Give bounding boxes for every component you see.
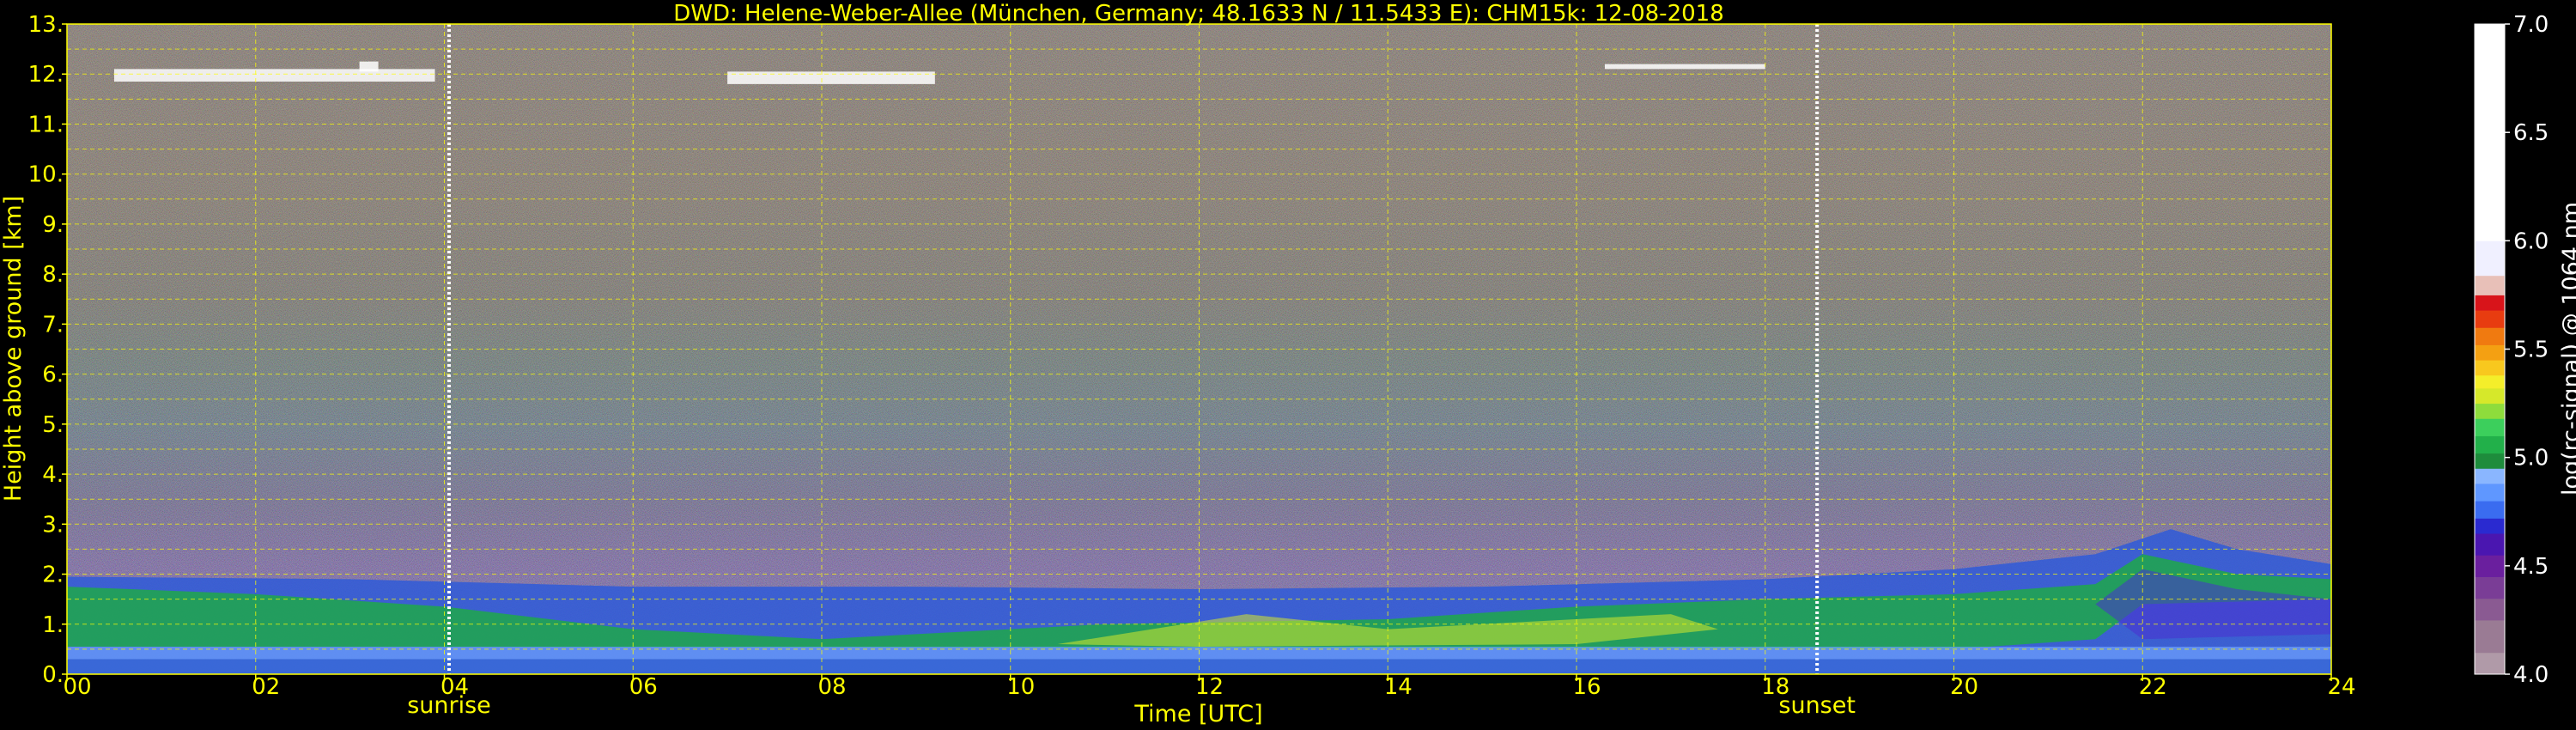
y-tick-label: 8.: [42, 262, 64, 288]
colorbar-band: [2475, 403, 2505, 419]
colorbar-band: [2475, 501, 2505, 519]
colorbar-band: [2475, 240, 2505, 277]
colorbar-band: [2475, 652, 2505, 675]
colorbar-band: [2475, 532, 2505, 556]
annotation-label-sunrise: sunrise: [407, 692, 491, 719]
y-tick-label: 13.: [28, 12, 64, 38]
x-tick-label: 10: [1006, 674, 1035, 700]
colorbar-band: [2475, 619, 2505, 654]
colorbar-tick-label: 6.0: [2513, 228, 2549, 254]
colorbar-band: [2475, 387, 2505, 405]
y-tick-label: 12.: [28, 62, 64, 88]
colorbar-band: [2475, 374, 2505, 389]
colorbar-band: [2475, 598, 2505, 621]
colorbar-band: [2475, 360, 2505, 376]
colorbar-band: [2475, 576, 2505, 599]
x-axis-label: Time [UTC]: [1133, 701, 1262, 727]
colorbar-band: [2475, 555, 2505, 577]
chart-title: DWD: Helene-Weber-Allee (München, German…: [673, 1, 1724, 27]
colorbar-band: [2475, 435, 2505, 454]
colorbar-band: [2475, 24, 2505, 241]
x-tick-label: 16: [1572, 674, 1601, 700]
y-tick-label: 1.: [42, 612, 64, 638]
y-tick-label: 2.: [42, 563, 64, 588]
colorbar: [2475, 24, 2505, 675]
colorbar-band: [2475, 275, 2505, 295]
y-tick-label: 10.: [28, 162, 64, 188]
x-tick-label: 06: [629, 674, 658, 700]
colorbar-tick-label: 4.5: [2513, 554, 2549, 580]
lidar-ceilometer-figure: 00 02 04 06 08 10 12 14 16 18 20 22 24 0.1.2.3.4.5.6…: [0, 1, 2576, 727]
colorbar-label: log(rc-signal) @ 1064 nm: [2558, 202, 2576, 496]
x-tick-label: 14: [1384, 674, 1413, 700]
colorbar-band: [2475, 295, 2505, 311]
y-tick-label: 4.: [42, 462, 64, 488]
colorbar-band: [2475, 344, 2505, 361]
cloud-2: [1604, 64, 1765, 70]
colorbar-ticks: 4.0 4.5 5.0 5.5 6.0 6.5 7.0: [2505, 12, 2549, 688]
colorbar-tick-label: 4.0: [2513, 662, 2549, 688]
colorbar-tick-label: 7.0: [2513, 12, 2549, 38]
y-tick-label: 7.: [42, 312, 64, 338]
colorbar-band: [2475, 418, 2505, 436]
y-axis-label: Height above ground [km]: [0, 196, 27, 502]
plot-area: [67, 24, 2331, 674]
cloud-3: [359, 61, 379, 72]
colorbar-band: [2475, 453, 2505, 469]
y-axis-ticks: 0. 1. 2. 3. 4. 5. 6. 7. 8. 9. 10. 11. 12. 13.: [28, 12, 67, 688]
colorbar-band: [2475, 327, 2505, 345]
colorbar-band: [2475, 483, 2505, 502]
y-tick-label: 9.: [42, 212, 64, 238]
colorbar-band: [2475, 518, 2505, 534]
colorbar-tick-label: 6.5: [2513, 120, 2549, 146]
x-tick-label: 08: [817, 674, 846, 700]
colorbar-band: [2475, 310, 2505, 328]
cloud-1: [727, 71, 935, 84]
colorbar-band: [2475, 468, 2505, 484]
y-tick-label: 0.: [42, 662, 64, 688]
x-tick-label: 24: [2327, 674, 2355, 700]
x-tick-label: 02: [252, 674, 280, 700]
annotation-labels: sunrise sunset: [407, 692, 1856, 719]
x-tick-label: 12: [1195, 674, 1224, 700]
cloud-0: [113, 69, 435, 82]
y-tick-label: 5.: [42, 412, 64, 438]
x-tick-label: 20: [1950, 674, 1978, 700]
colorbar-tick-label: 5.0: [2513, 446, 2549, 471]
x-tick-label: 22: [2139, 674, 2167, 700]
x-tick-label: 00: [63, 674, 91, 700]
annotation-label-sunset: sunset: [1778, 692, 1856, 719]
y-tick-label: 6.: [42, 362, 64, 388]
y-tick-label: 3.: [42, 512, 64, 538]
colorbar-tick-label: 5.5: [2513, 338, 2549, 363]
y-tick-label: 11.: [28, 112, 64, 137]
